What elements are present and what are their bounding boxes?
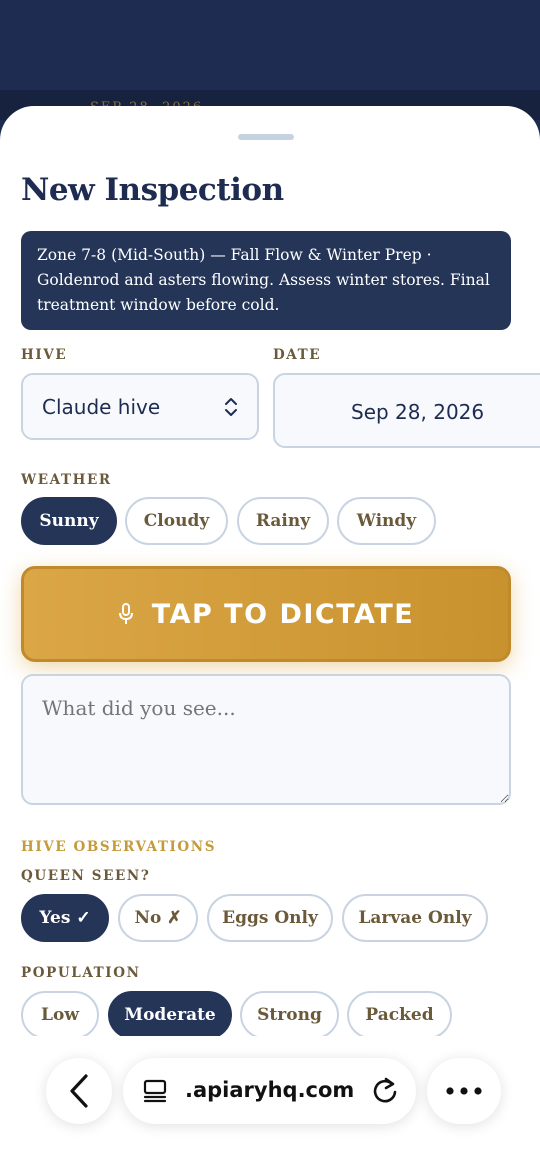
population-chip-moderate[interactable]: Moderate bbox=[108, 991, 232, 1039]
more-icon bbox=[446, 1087, 482, 1095]
population-chip-packed[interactable]: Packed bbox=[347, 991, 452, 1039]
weather-chip-rainy[interactable]: Rainy bbox=[237, 497, 329, 545]
back-icon bbox=[70, 1074, 88, 1108]
queen-chip-yes[interactable]: Yes ✓ bbox=[21, 894, 109, 942]
chevron-updown-icon bbox=[225, 398, 237, 416]
population-chip-strong[interactable]: Strong bbox=[240, 991, 339, 1039]
seasonal-banner: Zone 7-8 (Mid-South) — Fall Flow & Winte… bbox=[21, 231, 511, 330]
sheet-drag-handle[interactable] bbox=[238, 134, 294, 140]
hive-select[interactable]: Claude hive bbox=[21, 373, 259, 440]
population-label: POPULATION bbox=[21, 965, 141, 981]
new-inspection-sheet: New Inspection Zone 7-8 (Mid-South) — Fa… bbox=[0, 106, 540, 1171]
queen-label: QUEEN SEEN? bbox=[21, 868, 151, 884]
queen-chip-larvae-only[interactable]: Larvae Only bbox=[342, 894, 488, 942]
observations-label: HIVE OBSERVATIONS bbox=[21, 839, 217, 855]
weather-chip-cloudy[interactable]: Cloudy bbox=[125, 497, 228, 545]
url-text: .apiaryhq.com bbox=[185, 1078, 355, 1102]
dictate-button[interactable]: TAP TO DICTATE bbox=[21, 566, 511, 662]
microphone-icon bbox=[118, 603, 133, 624]
hive-label: HIVE bbox=[21, 347, 68, 363]
hive-select-value: Claude hive bbox=[42, 395, 161, 419]
date-label: DATE bbox=[273, 347, 322, 363]
weather-chip-sunny[interactable]: Sunny bbox=[21, 497, 117, 545]
date-field-value: Sep 28, 2026 bbox=[351, 400, 485, 424]
address-bar[interactable]: .apiaryhq.com bbox=[123, 1058, 416, 1124]
queen-chip-eggs-only[interactable]: Eggs Only bbox=[207, 894, 333, 942]
back-button[interactable] bbox=[46, 1058, 112, 1124]
weather-chip-windy[interactable]: Windy bbox=[337, 497, 436, 545]
weather-label: WEATHER bbox=[21, 472, 112, 488]
date-field[interactable]: Sep 28, 2026 bbox=[273, 373, 540, 448]
queen-chip-no[interactable]: No ✗ bbox=[118, 894, 198, 942]
sheet-title: New Inspection bbox=[21, 172, 284, 208]
dictate-label: TAP TO DICTATE bbox=[151, 598, 415, 630]
tabs-icon bbox=[143, 1079, 167, 1103]
notes-textarea[interactable] bbox=[21, 674, 511, 805]
app-header bbox=[0, 0, 540, 90]
reload-icon[interactable] bbox=[370, 1076, 400, 1106]
more-button[interactable] bbox=[427, 1058, 501, 1124]
population-chip-low[interactable]: Low bbox=[21, 991, 99, 1039]
